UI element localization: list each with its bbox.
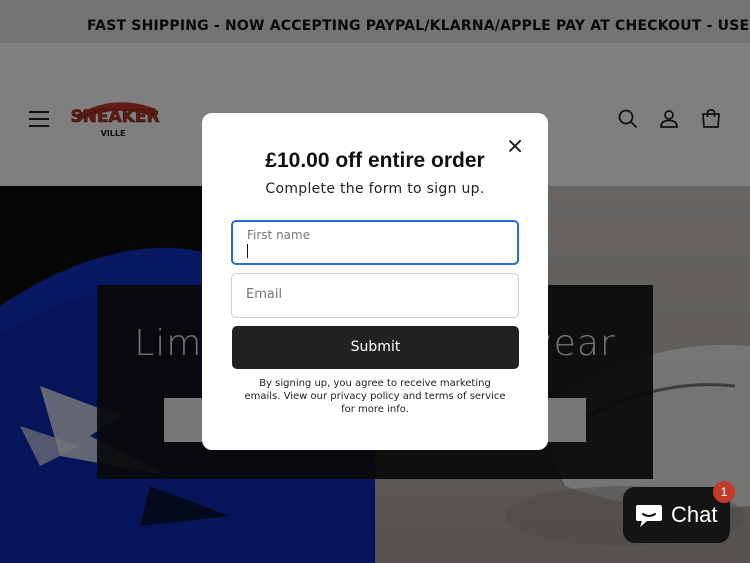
chat-label: Chat bbox=[671, 502, 718, 527]
modal-subtitle: Complete the form to sign up. bbox=[265, 181, 485, 197]
first-name-field[interactable]: First name bbox=[231, 220, 519, 265]
email-field[interactable] bbox=[246, 287, 506, 302]
signup-modal: £10.00 off entire order Complete the for… bbox=[202, 113, 548, 450]
first-name-label: First name bbox=[247, 228, 311, 242]
chat-badge: 1 bbox=[713, 481, 735, 503]
legal-text: By signing up, you agree to receive mark… bbox=[244, 378, 506, 415]
modal-title: £10.00 off entire order bbox=[265, 149, 485, 172]
email-field-wrapper bbox=[231, 273, 519, 318]
text-cursor bbox=[247, 244, 248, 258]
chat-bubble-icon bbox=[635, 502, 663, 528]
submit-button[interactable]: Submit bbox=[232, 326, 519, 369]
